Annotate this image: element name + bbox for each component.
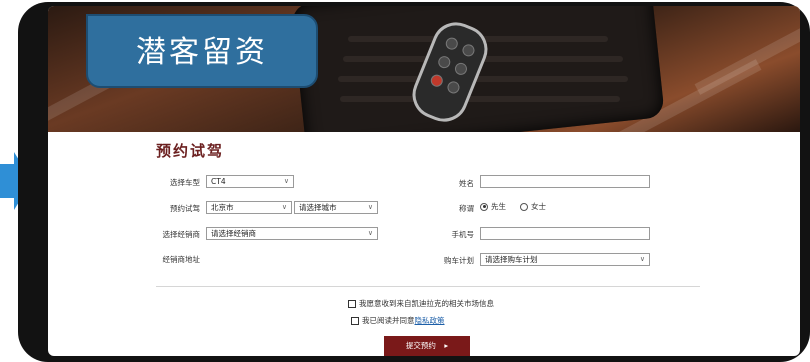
key-button <box>445 79 462 96</box>
name-label: 姓名 <box>459 179 474 188</box>
key-button <box>460 42 477 59</box>
chevron-down-icon: ∨ <box>283 177 289 185</box>
car-model-select[interactable]: CT4 ∨ <box>206 175 294 188</box>
phone-screen: 潜客留资 预约试驾 选择车型 CT4 ∨ 预约试驾 北京市 ∨ 请选择城市 ∨ … <box>48 6 800 356</box>
submit-button-label: 提交预约 <box>405 341 436 350</box>
marketing-consent-label: 我愿意收到来自凯迪拉克的相关市场信息 <box>359 299 494 308</box>
province-value: 北京市 <box>211 203 234 212</box>
tray-rib <box>338 76 628 82</box>
marketing-consent[interactable]: 我愿意收到来自凯迪拉克的相关市场信息 <box>348 298 494 309</box>
dealer-label: 选择经销商 <box>162 230 201 239</box>
form-title: 预约试驾 <box>156 142 225 160</box>
car-model-label: 选择车型 <box>170 178 200 187</box>
phone-input[interactable] <box>480 227 650 240</box>
test-drive-label: 预约试驾 <box>170 204 200 213</box>
chevron-down-icon: ∨ <box>281 203 287 211</box>
car-model-value: CT4 <box>211 177 226 186</box>
title-option-ms[interactable]: 女士 <box>520 201 546 212</box>
tray-rib <box>340 96 620 102</box>
chevron-down-icon: ∨ <box>367 203 373 211</box>
privacy-consent-label: 我已阅读并同意 <box>362 316 415 325</box>
key-button <box>436 54 453 70</box>
title-option-mr[interactable]: 先生 <box>480 201 506 212</box>
radio-unselected-icon[interactable] <box>520 202 528 211</box>
title-label: 称谓 <box>459 204 474 213</box>
province-select[interactable]: 北京市 ∨ <box>206 201 292 214</box>
key-button <box>453 61 469 77</box>
radio-selected-icon[interactable] <box>480 202 488 211</box>
submit-button[interactable]: 提交预约 ▸ <box>384 336 470 356</box>
dealer-select[interactable]: 请选择经销商 ∨ <box>206 227 378 240</box>
leather-stitch <box>694 9 800 95</box>
purchase-plan-placeholder: 请选择购车计划 <box>485 255 538 264</box>
key-button <box>443 35 460 52</box>
key-panic-button <box>428 72 445 89</box>
dealer-address-label: 经销商地址 <box>162 255 201 264</box>
purchase-plan-select[interactable]: 请选择购车计划 ∨ <box>480 253 650 266</box>
arrow-right-icon: ▸ <box>444 341 449 350</box>
privacy-consent[interactable]: 我已阅读并同意 隐私政策 <box>351 315 445 326</box>
city-select[interactable]: 请选择城市 ∨ <box>294 201 378 214</box>
dealer-placeholder: 请选择经销商 <box>211 229 256 238</box>
phone-label: 手机号 <box>451 230 475 239</box>
banner-title-badge: 潜客留资 <box>86 14 318 88</box>
city-placeholder: 请选择城市 <box>299 203 337 212</box>
chevron-down-icon: ∨ <box>639 255 645 263</box>
form-divider <box>156 286 700 287</box>
privacy-policy-link[interactable]: 隐私政策 <box>415 315 445 326</box>
phone-frame: 潜客留资 预约试驾 选择车型 CT4 ∨ 预约试驾 北京市 ∨ 请选择城市 ∨ … <box>18 2 810 362</box>
checkbox-icon[interactable] <box>351 316 359 325</box>
chevron-down-icon: ∨ <box>367 229 373 237</box>
hero-banner: 潜客留资 <box>48 6 800 132</box>
title-option-ms-label: 女士 <box>531 202 546 211</box>
checkbox-icon[interactable] <box>348 299 356 308</box>
banner-title: 潜客留资 <box>136 35 268 70</box>
purchase-plan-label: 购车计划 <box>444 256 474 265</box>
title-option-mr-label: 先生 <box>491 202 506 211</box>
name-input[interactable] <box>480 175 650 188</box>
